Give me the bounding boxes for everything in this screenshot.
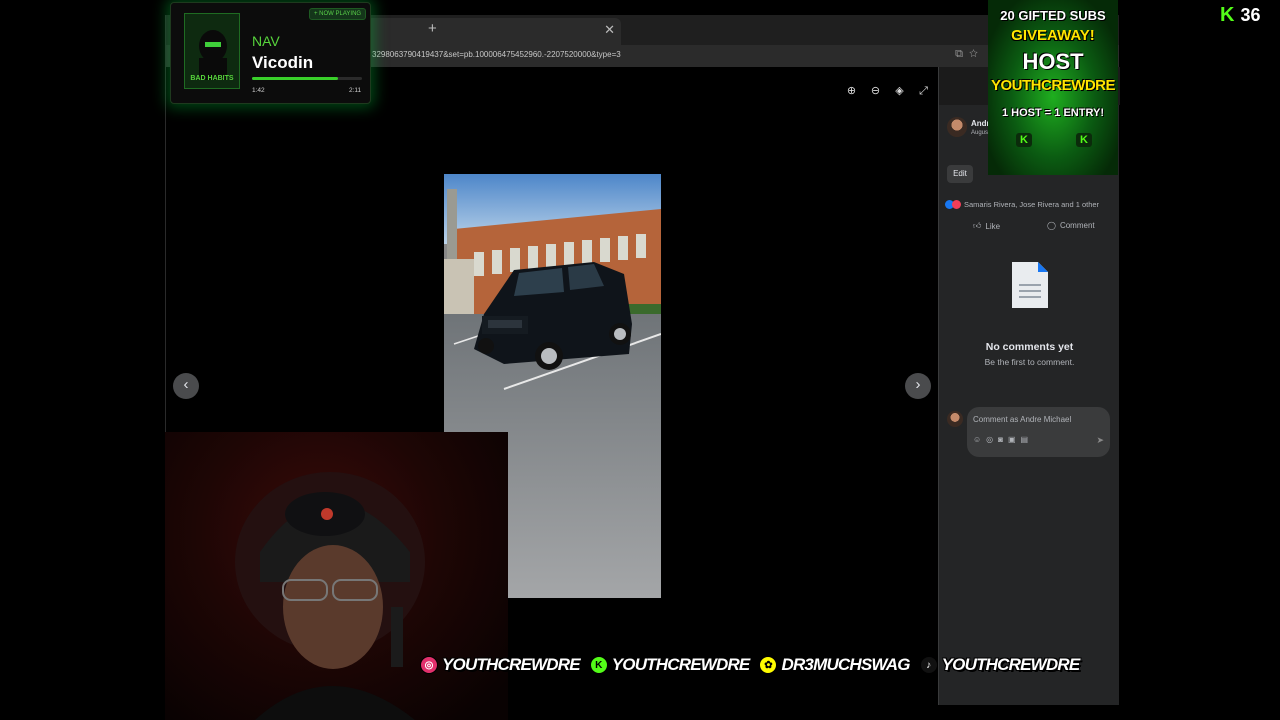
send-icon[interactable]: ➤ — [1096, 435, 1104, 446]
fullscreen-icon[interactable]: ⤢ — [916, 84, 931, 99]
giveaway-line-1: 20 GIFTED SUBS — [1000, 8, 1106, 23]
kick-logo-icon: K — [1220, 4, 1235, 26]
comment-input[interactable]: Comment as Andre Michael ☺◎◙▣▤ ➤ — [967, 407, 1110, 457]
tiktok-icon: ♪ — [919, 656, 938, 674]
reactions-summary[interactable]: Samaris Rivera, Jose Rivera and 1 other — [945, 200, 1099, 209]
no-comments-subtitle: Be the first to comment. — [984, 357, 1075, 367]
comment-button[interactable]: ◯ Comment — [1047, 221, 1095, 230]
post-actions: 👍︎ Like ◯ Comment — [939, 221, 1120, 237]
now-playing-widget: BAD HABITS + NOW PLAYING NAV Vicodin 1:4… — [170, 2, 371, 104]
artist-name: NAV — [252, 33, 280, 49]
track-duration: 2:11 — [349, 87, 362, 94]
tag-icon[interactable]: ◈ — [892, 84, 907, 99]
reactions-names[interactable]: Samaris Rivera, Jose Rivera and 1 other — [964, 200, 1099, 209]
kick-logo-icon: K — [1076, 133, 1092, 147]
post-date[interactable]: August — [971, 130, 990, 136]
kick-logo-icon: K — [1016, 133, 1032, 147]
like-button[interactable]: 👍︎ Like — [973, 221, 1000, 231]
composer-avatar — [947, 411, 963, 427]
giveaway-line-5: 1 HOST = 1 ENTRY! — [1002, 107, 1104, 119]
album-art: BAD HABITS — [184, 13, 240, 89]
track-title: Vicodin — [252, 53, 314, 72]
stream-screen: ✕ + 3298063790419437&set=pb.100006475452… — [0, 0, 1280, 720]
tab-close-icon[interactable]: ✕ — [604, 22, 615, 38]
social-handle: YOUTHCREWDRE — [442, 655, 581, 674]
album-art-title: BAD HABITS — [190, 75, 234, 82]
viewer-count: 36 — [1240, 5, 1261, 25]
no-comments-title: No comments yet — [985, 341, 1074, 353]
giveaway-overlay: 20 GIFTED SUBS GIVEAWAY! HOST YOUTHCREWD… — [988, 0, 1118, 175]
comment-placeholder[interactable]: Comment as Andre Michael — [973, 415, 1071, 424]
now-playing-tag: + NOW PLAYING — [309, 8, 367, 20]
giveaway-line-2: GIVEAWAY! — [1011, 27, 1095, 44]
streamer-silhouette — [235, 472, 425, 720]
browser-tab[interactable]: ✕ — [361, 18, 621, 45]
zoom-in-icon[interactable]: ⊕ — [844, 84, 859, 99]
zoom-out-icon[interactable]: ⊖ — [868, 84, 883, 99]
social-handle: YOUTHCREWDRE — [941, 655, 1081, 674]
elapsed-time: 1:42 — [252, 87, 265, 94]
new-tab-icon[interactable]: + — [428, 20, 437, 37]
next-photo-button[interactable]: › — [905, 373, 931, 399]
address-bar-icons[interactable]: ⧉☆ — [955, 48, 984, 61]
composer-attachment-icons[interactable]: ☺◎◙▣▤ — [973, 435, 1033, 444]
viewer-counter: K 36 — [1220, 4, 1260, 27]
social-handle: DR3MUCHSWAG — [781, 655, 910, 674]
edit-button[interactable]: Edit — [947, 165, 973, 183]
kick-icon: K — [589, 656, 608, 674]
social-handles-banner: ◎ YOUTHCREWDRE K YOUTHCREWDRE ✿ DR3MUCHS… — [420, 655, 1085, 675]
webcam-feed — [165, 432, 508, 720]
social-handle: YOUTHCREWDRE — [611, 655, 751, 674]
snapchat-icon: ✿ — [759, 656, 778, 674]
thumbs-up-icon: 👍︎ — [973, 221, 982, 230]
instagram-icon: ◎ — [420, 656, 438, 674]
author-avatar[interactable] — [947, 117, 967, 137]
viewer-toolbar: ⊕ ⊖ ◈ ⤢ — [844, 84, 931, 99]
url-text[interactable]: 3298063790419437&set=pb.100006475452960.… — [372, 50, 621, 59]
giveaway-line-4: YOUTHCREWDRE — [991, 77, 1116, 94]
previous-photo-button[interactable]: ‹ — [173, 373, 199, 399]
love-reaction-icon — [952, 200, 961, 209]
speech-bubble-icon: ◯ — [1047, 221, 1056, 230]
track-progress-fill — [252, 77, 338, 80]
giveaway-line-3: HOST — [1022, 49, 1084, 74]
comment-label: Comment — [1059, 221, 1095, 230]
document-icon — [1012, 262, 1048, 308]
like-label: Like — [985, 221, 1001, 231]
track-progress-bar — [252, 77, 362, 80]
